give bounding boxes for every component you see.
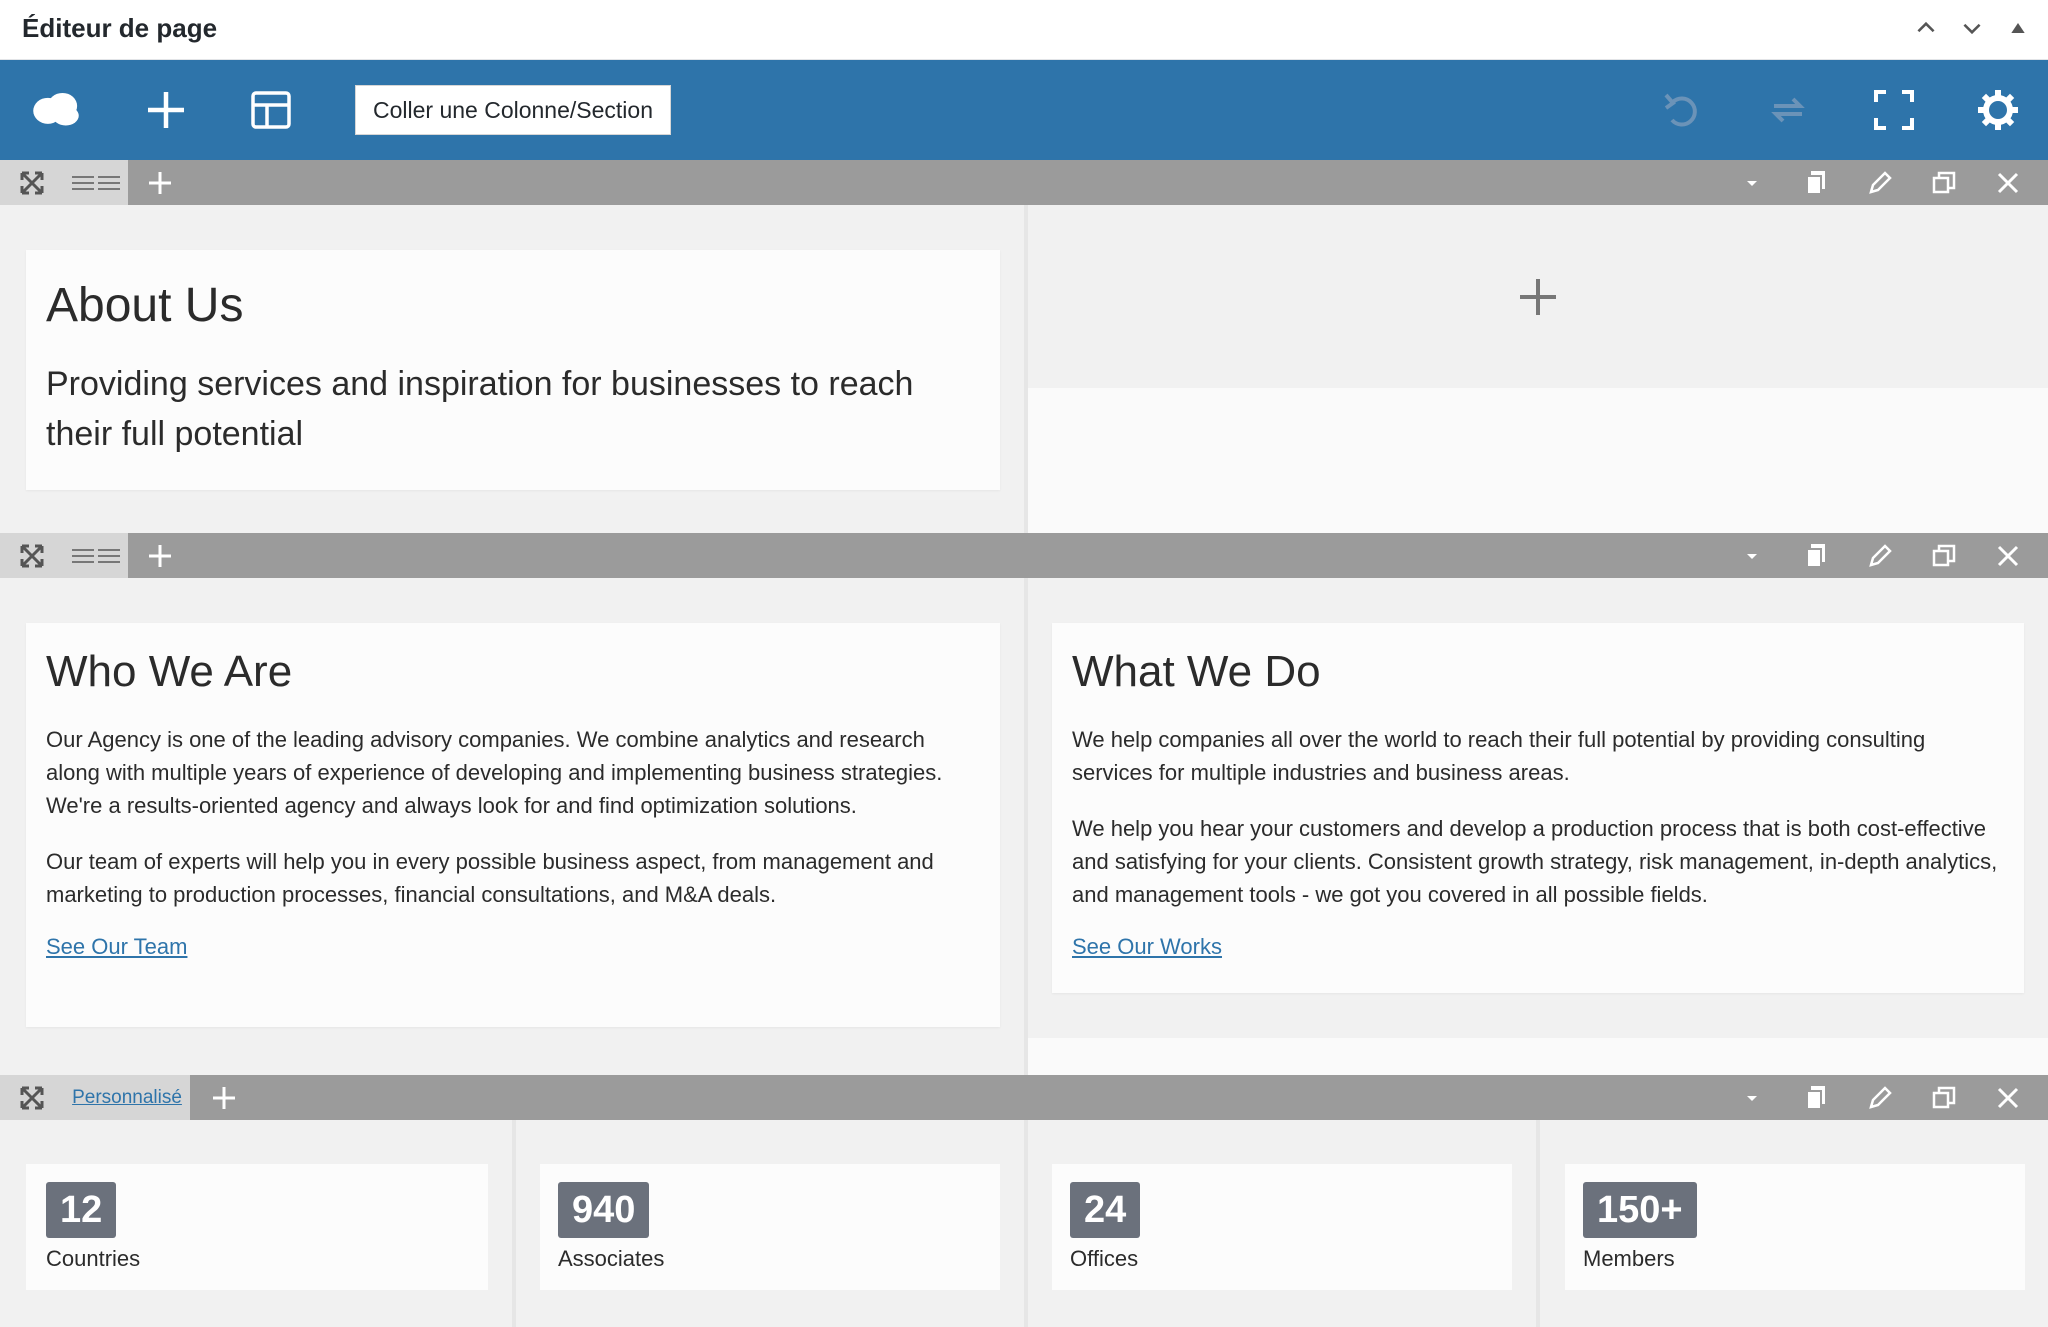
pencil-icon[interactable] xyxy=(1848,1075,1912,1120)
editor-title: Éditeur de page xyxy=(22,13,218,43)
row-preset-label[interactable]: Personnalisé xyxy=(64,1075,190,1120)
row-expand-icon[interactable] xyxy=(0,533,64,578)
stats-row: 12 Countries 940 Associates 24 Offices 1… xyxy=(0,1120,2048,1327)
stat-offices[interactable]: 24 Offices xyxy=(1052,1164,1512,1290)
row-expand-icon[interactable] xyxy=(0,1075,64,1120)
stat-label: Countries xyxy=(46,1246,141,1271)
duplicate-icon[interactable] xyxy=(1912,533,1976,578)
close-icon[interactable] xyxy=(1976,1075,2040,1120)
stat-value: 150+ xyxy=(1583,1182,1697,1238)
what-paragraph-2: We help you hear your customers and deve… xyxy=(1072,816,1998,907)
column-divider xyxy=(1024,1120,1028,1327)
row-layout-grip-icon[interactable] xyxy=(64,160,128,205)
see-our-works-link[interactable]: See Our Works xyxy=(1072,934,1222,959)
stat-value: 940 xyxy=(558,1182,650,1238)
collapse-triangle-icon[interactable] xyxy=(2000,10,2036,46)
undo-icon[interactable] xyxy=(1656,84,1708,136)
row1-column-right-blank xyxy=(1028,388,2048,533)
row-expand-icon[interactable] xyxy=(0,160,64,205)
dropdown-caret-icon[interactable] xyxy=(1720,160,1784,205)
cloud-icon[interactable] xyxy=(30,84,82,136)
about-heading: About Us xyxy=(46,279,244,332)
stat-label: Offices xyxy=(1070,1246,1139,1271)
redo-icon[interactable] xyxy=(1762,84,1814,136)
layout-icon[interactable] xyxy=(245,84,297,136)
duplicate-icon[interactable] xyxy=(1912,160,1976,205)
gear-icon[interactable] xyxy=(1972,84,2024,136)
row-actions xyxy=(1720,160,2040,205)
what-we-do-card[interactable]: What We Do We help companies all over th… xyxy=(1052,623,2024,993)
duplicate-icon[interactable] xyxy=(1912,1075,1976,1120)
what-paragraph-1: We help companies all over the world to … xyxy=(1072,727,1926,785)
editor-header: Éditeur de page xyxy=(0,0,2048,60)
builder-toolbar xyxy=(0,60,2048,160)
chevron-up-icon[interactable] xyxy=(1908,10,1944,46)
stat-label: Members xyxy=(1583,1246,1675,1271)
chevron-down-icon[interactable] xyxy=(1954,10,1990,46)
row-toolbar-1 xyxy=(0,160,2048,205)
close-icon[interactable] xyxy=(1976,533,2040,578)
who-paragraph-2: Our team of experts will help you in eve… xyxy=(46,849,934,907)
page-editor: Éditeur de page Coller une Colonne/Secti… xyxy=(0,0,2048,1327)
stat-associates[interactable]: 940 Associates xyxy=(540,1164,1000,1290)
pencil-icon[interactable] xyxy=(1848,533,1912,578)
stat-countries[interactable]: 12 Countries xyxy=(26,1164,488,1290)
copy-icon[interactable] xyxy=(1784,1075,1848,1120)
stat-label: Associates xyxy=(558,1246,665,1271)
paste-column-section-button[interactable]: Coller une Colonne/Section xyxy=(355,85,671,135)
copy-icon[interactable] xyxy=(1784,160,1848,205)
row-toolbar-3: Personnalisé xyxy=(0,1075,2048,1120)
see-our-team-link[interactable]: See Our Team xyxy=(46,934,187,959)
row-add-icon[interactable] xyxy=(130,533,190,578)
pencil-icon[interactable] xyxy=(1848,160,1912,205)
row1-column-left: About Us Providing services and inspirat… xyxy=(0,205,1024,533)
what-heading: What We Do xyxy=(1072,647,1321,696)
who-heading: Who We Are xyxy=(46,647,293,696)
row1-column-right-empty xyxy=(1028,205,2048,388)
copy-icon[interactable] xyxy=(1784,533,1848,578)
column-divider xyxy=(512,1120,516,1327)
dropdown-caret-icon[interactable] xyxy=(1720,533,1784,578)
add-module-icon[interactable] xyxy=(1028,205,2048,388)
column-divider xyxy=(1536,1120,1540,1327)
plus-icon[interactable] xyxy=(140,84,192,136)
row-preset-text: Personnalisé xyxy=(72,1086,182,1108)
fullscreen-icon[interactable] xyxy=(1868,84,1920,136)
row-add-icon[interactable] xyxy=(130,160,190,205)
row-actions xyxy=(1720,533,2040,578)
row2-column-right: What We Do We help companies all over th… xyxy=(1028,578,2048,1075)
who-we-are-card[interactable]: Who We Are Our Agency is one of the lead… xyxy=(26,623,1000,1027)
dropdown-caret-icon[interactable] xyxy=(1720,1075,1784,1120)
stat-value: 12 xyxy=(46,1182,117,1238)
about-lead: Providing services and inspiration for b… xyxy=(46,365,914,453)
row-layout-grip-icon[interactable] xyxy=(64,533,128,578)
stat-value: 24 xyxy=(1070,1182,1141,1238)
window-controls xyxy=(1908,10,2036,46)
row-add-icon[interactable] xyxy=(194,1075,254,1120)
who-paragraph-1: Our Agency is one of the leading advisor… xyxy=(46,727,943,818)
row-toolbar-2 xyxy=(0,533,2048,578)
stat-members[interactable]: 150+ Members xyxy=(1565,1164,2025,1290)
row2-column-left: Who We Are Our Agency is one of the lead… xyxy=(0,578,1024,1075)
row-actions xyxy=(1720,1075,2040,1120)
close-icon[interactable] xyxy=(1976,160,2040,205)
about-card[interactable]: About Us Providing services and inspirat… xyxy=(26,250,1000,490)
row2-column-right-blank xyxy=(1028,1038,2048,1075)
